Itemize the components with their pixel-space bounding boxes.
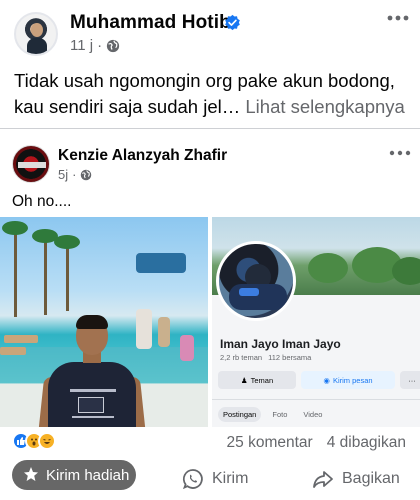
sun-lounger (0, 347, 26, 355)
post-body-text: Tidak usah ngomongin org pake akun bodon… (14, 68, 414, 120)
shared-author-avatar[interactable] (12, 145, 50, 183)
friends-count: 2,2 rb teman (220, 353, 263, 362)
send-button-label: Kirim (212, 470, 249, 487)
author-avatar[interactable] (14, 12, 58, 56)
shared-time-text: 5j (58, 167, 69, 182)
tab-photos: Foto (272, 410, 288, 419)
profile-tabs: Postingan Foto Video (218, 407, 327, 422)
profile-stats: 2,2 rb teman 112 bersama (220, 353, 311, 362)
avatar-body (27, 38, 47, 54)
action-bar: Kirim hadiah Kirim Bagikan (0, 458, 420, 500)
palm-tree (44, 235, 47, 315)
post-time-text: 11 j (70, 37, 94, 54)
post-timestamp[interactable]: 11 j · (70, 37, 120, 54)
message-button-label: Kirim pesan (332, 375, 373, 385)
engagement-counts: 25 komentar 4 dibagikan (227, 434, 406, 452)
tab-posts: Postingan (218, 407, 262, 422)
share-button[interactable]: Bagikan (312, 462, 400, 496)
child-bystander (180, 335, 194, 361)
see-more-link[interactable]: Lihat selengkapnya (245, 96, 404, 117)
photo-profile-screenshot[interactable]: Iman Jayo Iman Jayo 2,2 rb teman 112 ber… (212, 217, 420, 427)
tree (308, 253, 348, 283)
profile-name: Iman Jayo Iman Jayo (220, 337, 341, 351)
share-button-label: Bagikan (342, 470, 400, 487)
globe-icon (106, 39, 120, 52)
stage-screen (136, 253, 186, 273)
tree (392, 257, 420, 285)
profile-more-button: ··· (400, 371, 420, 389)
shared-post[interactable]: Kenzie Alanzyah Zhafir 5j · Oh no.... Im… (0, 128, 420, 428)
dot-separator: · (72, 167, 77, 182)
author-name[interactable]: Muhammad Hotib (70, 12, 231, 34)
share-arrow-icon (313, 471, 333, 488)
tab-video: Video (303, 410, 323, 419)
haha-reaction-icon (38, 432, 56, 450)
shared-post-text: Oh no.... (12, 193, 72, 210)
bystander (136, 309, 152, 349)
send-gift-button[interactable]: Kirim hadiah (12, 460, 136, 490)
dot-separator: · (97, 37, 103, 54)
divider (212, 399, 420, 400)
palm-tree (14, 227, 17, 317)
comment-count[interactable]: 25 komentar (227, 434, 313, 452)
avatar-head (31, 23, 43, 37)
whatsapp-icon (182, 469, 203, 490)
more-options-icon[interactable] (388, 149, 412, 157)
send-button[interactable]: Kirim (182, 462, 248, 496)
gift-icon (24, 467, 38, 481)
bystander (158, 317, 170, 347)
man-hair (76, 315, 108, 329)
shirt-print (70, 389, 116, 392)
shirt-print (72, 416, 114, 418)
post-header: Muhammad Hotib 11 j · (0, 0, 420, 60)
motorbike-livery (239, 288, 259, 296)
more-options-icon[interactable] (386, 14, 410, 22)
shirt-logo (78, 397, 104, 413)
avatar-banner (18, 162, 46, 168)
photo-man-at-pool[interactable] (0, 217, 208, 427)
verified-badge-icon (225, 14, 240, 31)
palm-tree (66, 241, 69, 311)
palm-frond (54, 235, 80, 249)
messenger-icon: ◉ (323, 375, 330, 385)
person-icon: ♟ (240, 375, 248, 385)
globe-icon (81, 169, 92, 180)
friends-button-label: Teman (250, 375, 274, 385)
mutual-count: 112 bersama (268, 353, 312, 362)
reactions-summary[interactable] (12, 432, 64, 450)
profile-picture (216, 241, 296, 321)
sun-lounger (4, 335, 38, 343)
message-button: ◉ Kirim pesan (301, 371, 395, 389)
shared-author-name[interactable]: Kenzie Alanzyah Zhafir (58, 147, 227, 165)
palm-frond (2, 221, 28, 235)
share-count[interactable]: 4 dibagikan (327, 434, 406, 452)
send-gift-label: Kirim hadiah (46, 466, 130, 484)
shared-timestamp[interactable]: 5j · (58, 167, 92, 182)
friends-button: ♟ Teman (218, 371, 296, 389)
